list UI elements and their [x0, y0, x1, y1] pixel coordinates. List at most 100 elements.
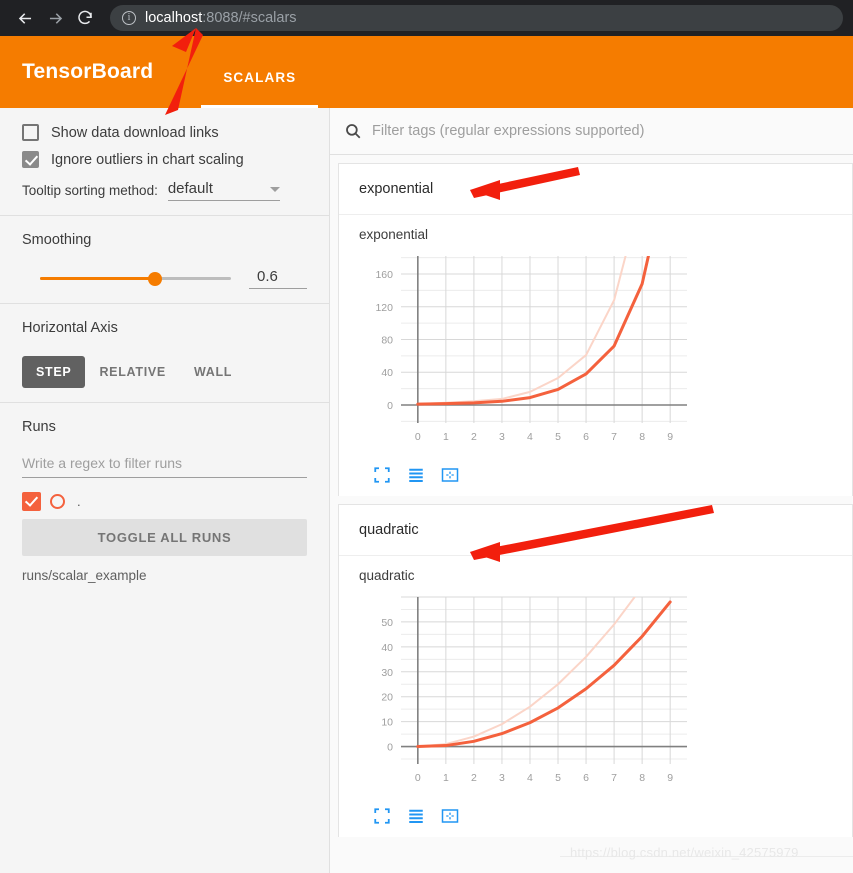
smoothing-slider[interactable]	[40, 271, 231, 286]
settings-section: Show data download links Ignore outliers…	[0, 108, 329, 215]
chart-card-exponential: exponential exponential 0 40 80 120 160 0 1 2 3 4…	[338, 163, 853, 496]
tag-filter-input[interactable]: Filter tags (regular expressions support…	[372, 123, 644, 139]
data-table-icon[interactable]	[407, 807, 425, 825]
card-title[interactable]: quadratic	[339, 505, 852, 556]
svg-text:0: 0	[387, 742, 393, 754]
fit-domain-icon[interactable]	[441, 807, 459, 825]
expand-icon[interactable]	[373, 466, 391, 484]
smoothing-section: Smoothing 0.6	[0, 216, 329, 303]
checkbox-label: Show data download links	[51, 124, 219, 141]
chevron-down-icon	[269, 187, 280, 192]
svg-text:3: 3	[499, 431, 505, 443]
axis-button-step[interactable]: STEP	[22, 356, 86, 388]
svg-text:4: 4	[527, 431, 533, 443]
svg-text:3: 3	[499, 772, 505, 784]
svg-text:8: 8	[639, 772, 645, 784]
run-path-label: runs/scalar_example	[22, 568, 147, 583]
svg-text:2: 2	[471, 431, 477, 443]
horizontal-axis-buttons: STEP RELATIVE WALL	[22, 356, 307, 388]
checkbox-box[interactable]	[22, 124, 39, 141]
arrow-left-icon	[18, 12, 31, 24]
slider-fill	[40, 277, 155, 280]
svg-text:50: 50	[381, 617, 393, 629]
checkbox-label: Ignore outliers in chart scaling	[51, 151, 244, 168]
svg-text:5: 5	[555, 772, 561, 784]
svg-text:6: 6	[583, 431, 589, 443]
svg-text:30: 30	[381, 667, 393, 679]
forward-button[interactable]	[40, 3, 70, 33]
axis-button-relative[interactable]: RELATIVE	[85, 356, 179, 388]
line-chart-exponential[interactable]: 0 40 80 120 160 0 1 2 3 4 5 6 7 8 9	[359, 248, 699, 453]
sidebar: Show data download links Ignore outliers…	[0, 108, 330, 873]
svg-text:7: 7	[611, 772, 617, 784]
runs-title: Runs	[22, 419, 56, 435]
card-body: exponential 0 40 80 120 160 0 1 2 3 4 5 6 7 8 9	[339, 215, 852, 496]
svg-text:5: 5	[555, 431, 561, 443]
svg-text:0: 0	[415, 431, 421, 443]
checkbox-ignore-outliers[interactable]: Ignore outliers in chart scaling	[22, 151, 307, 168]
url-text: localhost:8088/#scalars	[145, 10, 297, 26]
card-body: quadratic 0 10 20 30 40 50 0 1 2 3 4 5 6 7 8 9	[339, 556, 852, 837]
run-label: .	[77, 494, 81, 509]
checkbox-show-download-links[interactable]: Show data download links	[22, 124, 307, 141]
runs-section: Runs Write a regex to filter runs . TOGG…	[0, 403, 329, 597]
url-host: localhost	[145, 10, 203, 26]
chart-title: exponential	[359, 227, 429, 242]
svg-text:20: 20	[381, 692, 393, 704]
svg-text:0: 0	[387, 400, 393, 412]
svg-text:120: 120	[375, 302, 393, 314]
tab-scalars[interactable]: SCALARS	[201, 50, 319, 108]
svg-text:7: 7	[611, 431, 617, 443]
content-area: Filter tags (regular expressions support…	[330, 108, 853, 873]
watermark: https://blog.csdn.net/weixin_42575979	[570, 845, 799, 860]
run-item[interactable]: .	[22, 492, 307, 511]
run-checkbox[interactable]	[22, 492, 41, 511]
svg-text:9: 9	[667, 772, 673, 784]
svg-text:8: 8	[639, 431, 645, 443]
line-chart-quadratic[interactable]: 0 10 20 30 40 50 0 1 2 3 4 5 6 7 8 9	[359, 589, 699, 794]
svg-text:4: 4	[527, 772, 533, 784]
svg-text:1: 1	[443, 772, 449, 784]
svg-text:160: 160	[375, 269, 393, 281]
search-icon	[346, 124, 361, 139]
tooltip-sorting-row: Tooltip sorting method: default	[22, 180, 307, 201]
svg-text:10: 10	[381, 717, 393, 729]
fit-domain-icon[interactable]	[441, 466, 459, 484]
smoothing-value[interactable]: 0.6	[249, 268, 307, 289]
chart-title: quadratic	[359, 568, 415, 583]
back-button[interactable]	[10, 3, 40, 33]
run-color-circle-icon[interactable]	[50, 494, 65, 509]
reload-button[interactable]	[70, 3, 100, 33]
chart-card-quadratic: quadratic quadratic 0 10 20 30 40 50 0 1 2 3 4 5 6 7 8…	[338, 504, 853, 837]
axis-button-wall[interactable]: WALL	[180, 356, 246, 388]
tooltip-sorting-label: Tooltip sorting method:	[22, 183, 158, 198]
tag-filter-bar[interactable]: Filter tags (regular expressions support…	[330, 108, 853, 155]
runs-filter-input[interactable]: Write a regex to filter runs	[22, 455, 307, 478]
svg-text:40: 40	[381, 367, 393, 379]
smoothing-title: Smoothing	[22, 232, 92, 248]
info-circle-icon[interactable]: i	[122, 11, 136, 25]
main-layout: Show data download links Ignore outliers…	[0, 108, 853, 873]
slider-thumb[interactable]	[147, 271, 162, 286]
arrow-right-icon	[49, 12, 62, 24]
svg-text:80: 80	[381, 335, 393, 347]
svg-text:0: 0	[415, 772, 421, 784]
tooltip-sorting-select[interactable]: default	[167, 180, 280, 201]
svg-text:40: 40	[381, 642, 393, 654]
card-title[interactable]: exponential	[339, 164, 852, 215]
chart-toolbar	[359, 799, 852, 837]
svg-text:6: 6	[583, 772, 589, 784]
url-path: :8088/#scalars	[202, 10, 297, 26]
horizontal-axis-title: Horizontal Axis	[22, 320, 118, 336]
expand-icon[interactable]	[373, 807, 391, 825]
data-table-icon[interactable]	[407, 466, 425, 484]
chart-toolbar	[359, 458, 852, 496]
checkbox-box[interactable]	[22, 151, 39, 168]
address-bar[interactable]: i localhost:8088/#scalars	[110, 5, 843, 31]
toggle-all-runs-button[interactable]: TOGGLE ALL RUNS	[22, 519, 307, 556]
svg-text:2: 2	[471, 772, 477, 784]
svg-text:9: 9	[667, 431, 673, 443]
horizontal-axis-section: Horizontal Axis STEP RELATIVE WALL	[0, 304, 329, 402]
app-logo: TensorBoard	[22, 60, 154, 83]
smoothing-row: 0.6	[22, 268, 307, 289]
